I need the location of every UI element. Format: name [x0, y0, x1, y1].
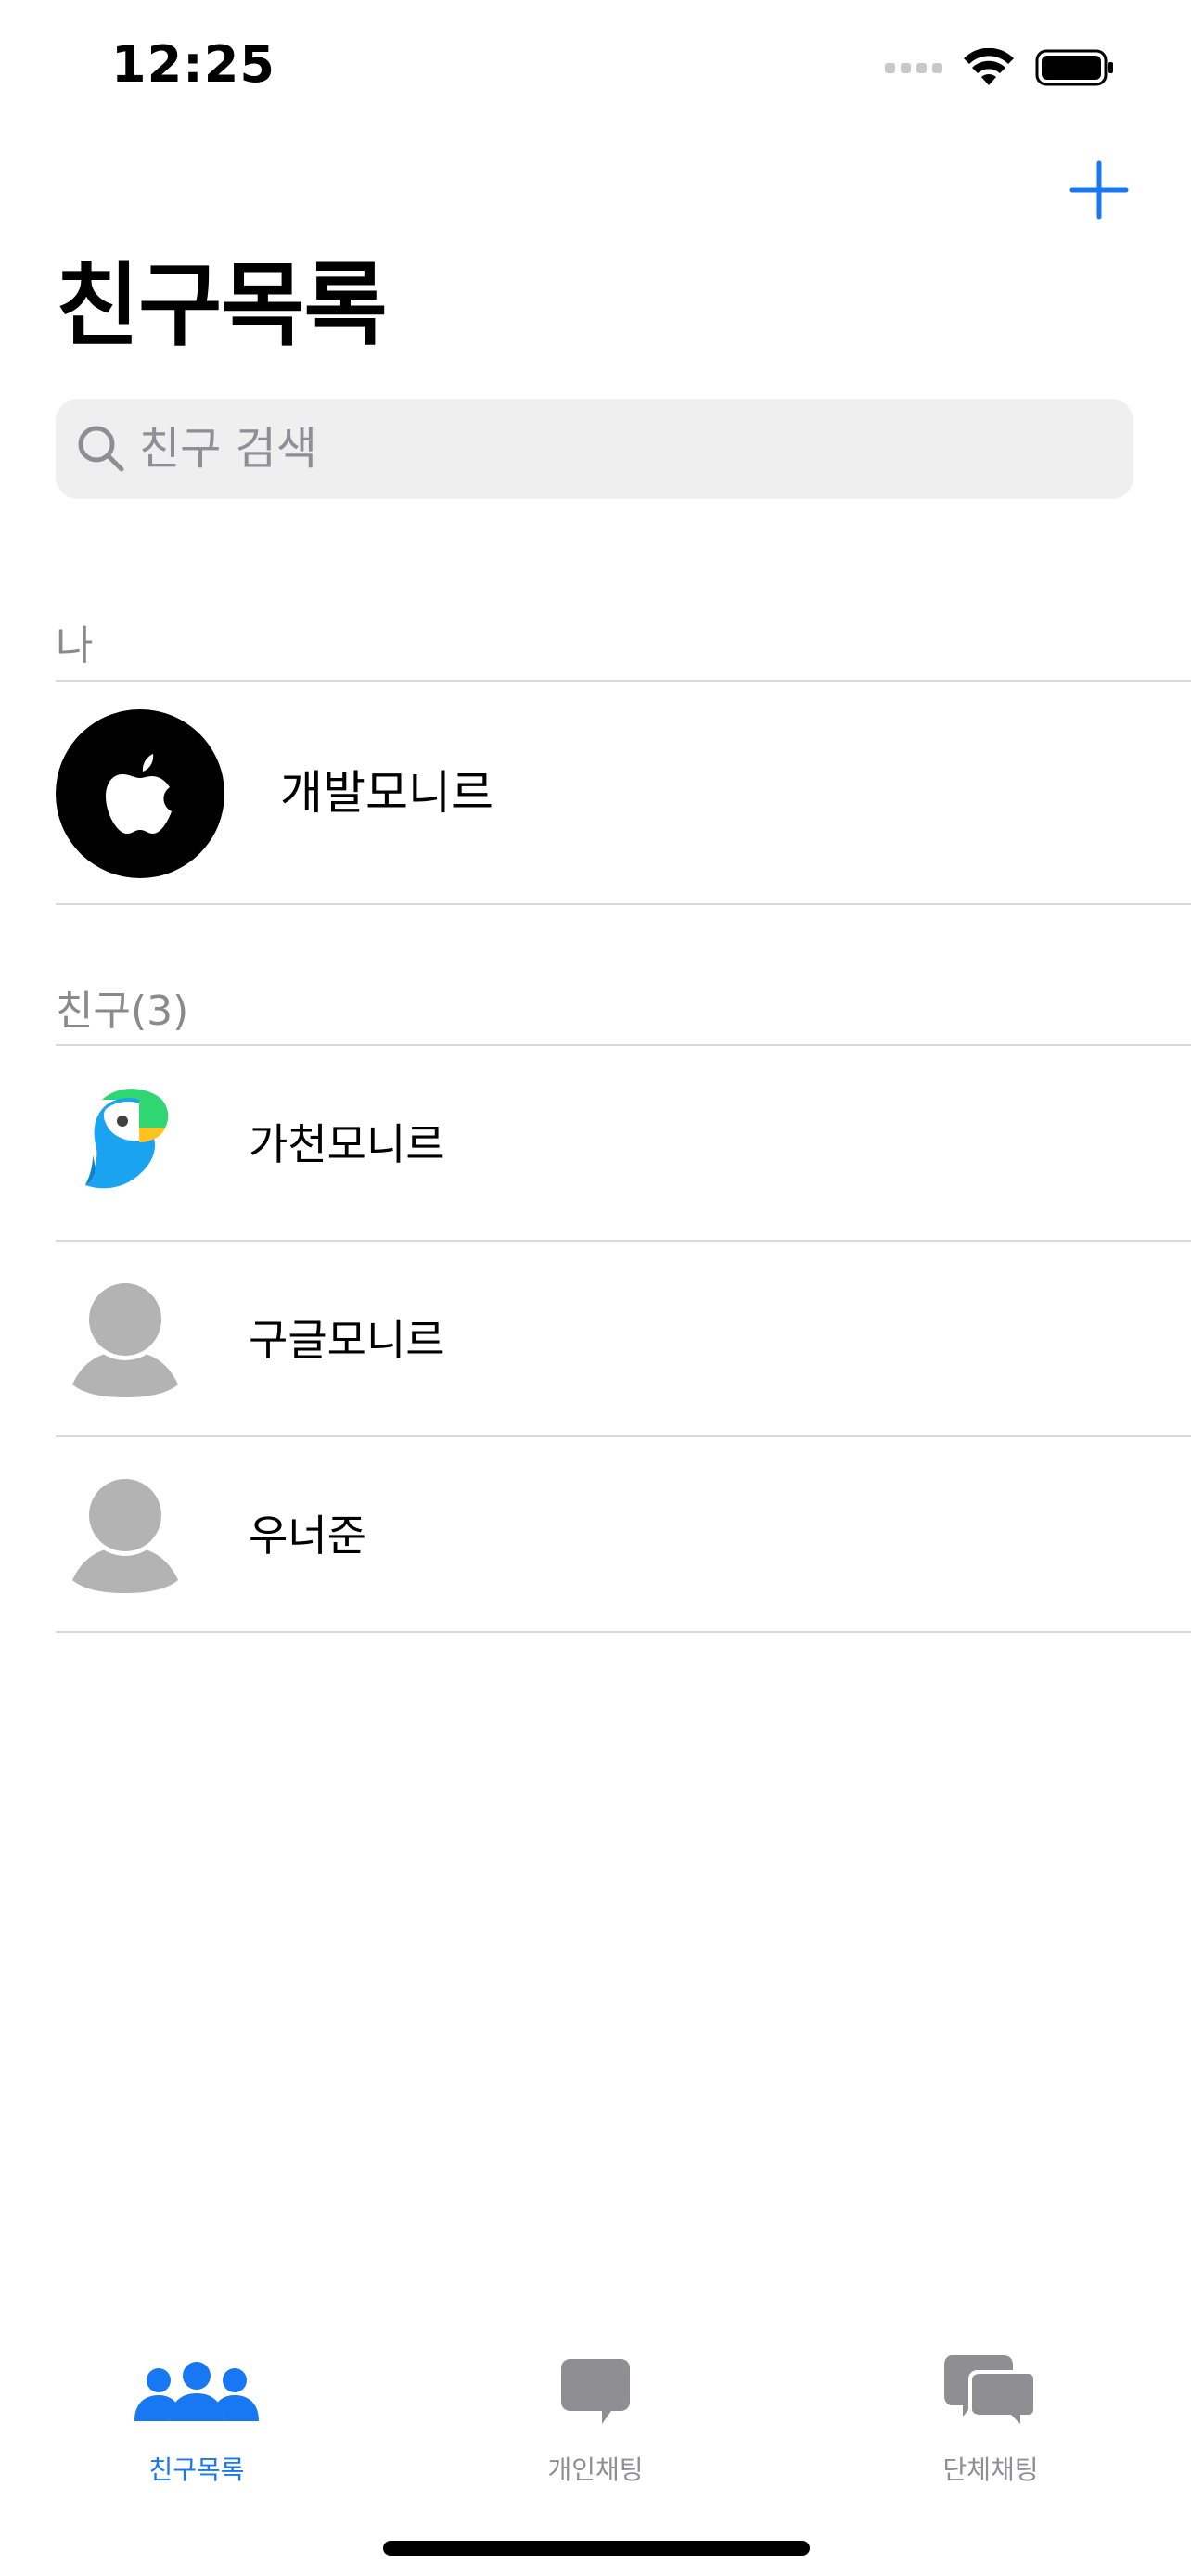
- wifi-icon: [964, 48, 1014, 85]
- group-chat-icon: [926, 2355, 1056, 2429]
- friend-row[interactable]: 구글모니르: [0, 1242, 1191, 1436]
- page-title: 친구목록: [56, 253, 388, 359]
- friend-avatar: [65, 1473, 186, 1593]
- tab-friends[interactable]: 친구목록: [58, 2337, 336, 2485]
- tab-group-chat[interactable]: 단체채팅: [852, 2337, 1130, 2485]
- friend-name: 구글모니르: [249, 1315, 445, 1365]
- apple-logo-icon: [106, 754, 172, 834]
- battery-icon: [1035, 49, 1113, 86]
- friend-name: 가천모니르: [249, 1119, 445, 1169]
- add-friend-button[interactable]: [1067, 158, 1132, 223]
- friend-avatar: [65, 1081, 186, 1202]
- divider: [56, 903, 1191, 905]
- my-profile-row[interactable]: 개발모니르: [0, 682, 1191, 904]
- tab-bar: 친구목록 개인채팅 단체채팅: [0, 2337, 1191, 2494]
- search-input[interactable]: [137, 422, 1106, 476]
- friend-row[interactable]: 우너준: [0, 1437, 1191, 1632]
- tab-private-chat[interactable]: 개인채팅: [456, 2337, 735, 2485]
- my-avatar: [56, 709, 224, 878]
- search-icon: [76, 424, 126, 474]
- friend-avatar: [65, 1277, 186, 1397]
- my-name: 개발모니르: [280, 766, 493, 820]
- default-person-icon: [72, 1474, 178, 1593]
- friend-row[interactable]: 가천모니르: [0, 1046, 1191, 1241]
- parrot-avatar-icon: [85, 1089, 169, 1189]
- tab-label: 개인채팅: [547, 2455, 644, 2485]
- divider: [56, 1631, 1191, 1633]
- chat-bubble-icon: [531, 2355, 660, 2429]
- section-header-friends: 친구(3): [56, 988, 189, 1035]
- default-person-icon: [72, 1279, 178, 1397]
- friend-name: 우너준: [249, 1511, 366, 1561]
- search-bar[interactable]: [56, 399, 1133, 499]
- plus-icon: [1069, 160, 1129, 220]
- status-icons: [885, 45, 1115, 91]
- section-header-me: 나: [56, 622, 94, 670]
- home-indicator[interactable]: [383, 2541, 810, 2556]
- people-icon: [132, 2355, 262, 2429]
- status-time: 12:25: [111, 35, 275, 94]
- tab-label: 친구목록: [148, 2455, 245, 2485]
- tab-label: 단체채팅: [942, 2455, 1039, 2485]
- signal-icon: [885, 62, 942, 73]
- status-bar: 12:25: [0, 0, 1191, 121]
